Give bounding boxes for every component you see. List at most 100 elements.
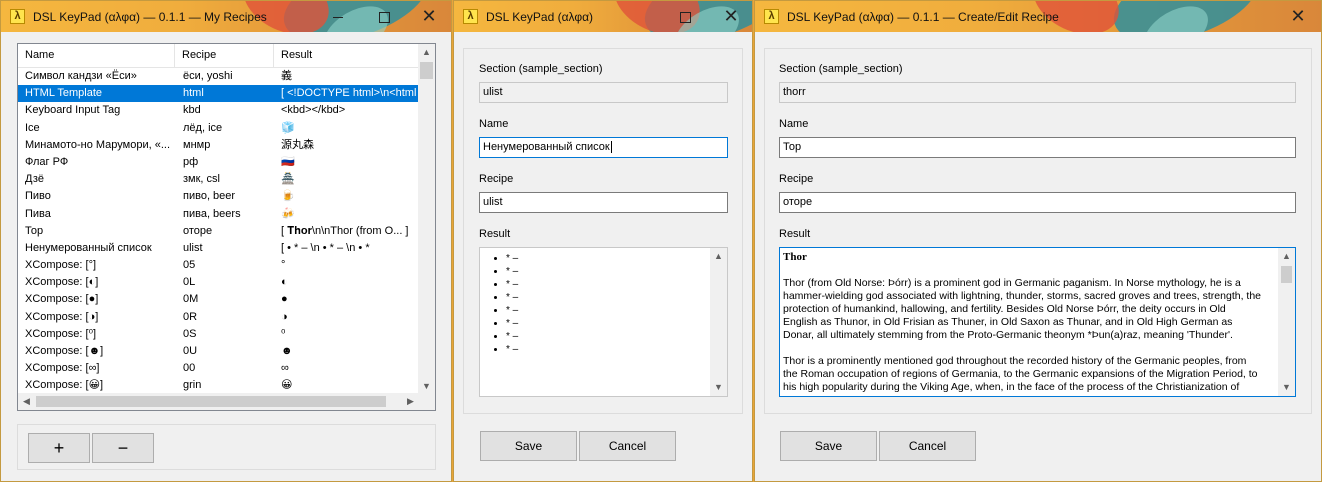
row-recipe: 0U [183, 345, 198, 357]
table-row[interactable]: Минамото-но Марумори, «... мнмр 源丸森 [18, 137, 419, 154]
edit-recipe-window-list: λ DSL KeyPad (αλφα) ✕ Section (sample_se… [453, 0, 753, 482]
maximize-button[interactable] [662, 1, 708, 32]
cancel-button[interactable]: Cancel [579, 431, 676, 461]
recipe-label: Recipe [779, 173, 814, 185]
list-item: * – [506, 330, 518, 343]
minimize-button[interactable] [315, 1, 361, 32]
table-row[interactable]: XCompose: [😀] grin 😀 [18, 377, 419, 394]
result-label: Result [779, 228, 811, 240]
scroll-up-icon[interactable]: ▲ [418, 44, 435, 61]
table-row[interactable]: Keyboard Input Tag kbd <kbd></kbd> [18, 102, 419, 119]
row-name: Флаг РФ [25, 155, 69, 168]
row-name: Пиво [25, 190, 51, 203]
scroll-thumb-horizontal[interactable] [36, 396, 386, 407]
cancel-button[interactable]: Cancel [879, 431, 976, 461]
name-input-value: Ненумерованный список [483, 141, 610, 153]
table-row[interactable]: XCompose: [◑] 0R ◑ [18, 309, 419, 326]
column-header-recipe[interactable]: Recipe [175, 44, 274, 67]
window-title: DSL KeyPad (αλφα) — 0.1.1 — Create/Edit … [787, 10, 1059, 24]
remove-recipe-button[interactable]: − [92, 433, 154, 463]
table-row[interactable]: XCompose: [◐] 0L ◐ [18, 274, 419, 291]
name-input[interactable]: Ненумерованный список [479, 137, 728, 158]
column-header-result[interactable]: Result [274, 44, 419, 67]
row-recipe: ёси, yoshi [183, 70, 233, 82]
row-result: ∞ [281, 362, 289, 375]
table-row[interactable]: Ненумерованный список ulist [ • * – \n • *… [18, 240, 419, 257]
row-name: Тор [25, 224, 44, 237]
name-label: Name [479, 118, 509, 130]
save-button[interactable]: Save [480, 431, 577, 461]
recipes-window: λ DSL KeyPad (αλφα) — 0.1.1 — My Recipes… [0, 0, 452, 482]
title-bar[interactable]: λ DSL KeyPad (αλφα) ✕ [454, 1, 752, 32]
row-name: Ненумерованный список [25, 241, 152, 254]
table-row[interactable]: Символ кандзи «Ёси» ёси, yoshi 義 [18, 68, 419, 85]
table-row[interactable]: Пива пива, beers 🍻 [18, 206, 419, 223]
row-recipe: 0L [183, 276, 196, 289]
column-header-name[interactable]: Name [18, 44, 175, 67]
result-heading: Thor [783, 251, 807, 263]
table-row[interactable]: HTML Template html [ <!DOCTYPE html>\n<htm… [18, 85, 419, 103]
row-name: Keyboard Input Tag [25, 104, 121, 117]
scroll-down-icon[interactable]: ▼ [1278, 379, 1295, 396]
list-item: * – [506, 252, 518, 265]
recipe-input[interactable]: оторе [779, 192, 1296, 213]
row-recipe: 0M [183, 293, 199, 306]
name-input[interactable]: Тор [779, 137, 1296, 158]
maximize-button[interactable] [361, 1, 407, 32]
table-row[interactable]: XCompose: [°] 05 ° [18, 257, 419, 274]
row-name: XCompose: [⁰] [25, 327, 97, 340]
table-row[interactable]: XCompose: [⁰] 0S ⁰ [18, 326, 419, 343]
window-title: DSL KeyPad (αλφα) [486, 10, 594, 24]
scroll-thumb[interactable] [420, 62, 433, 79]
scroll-up-icon[interactable]: ▲ [1278, 248, 1295, 265]
row-recipe: ulist [183, 241, 203, 254]
row-result: 義 [281, 70, 292, 82]
title-bar[interactable]: λ DSL KeyPad (αλφα) — 0.1.1 — Create/Edi… [755, 1, 1321, 32]
scroll-right-icon[interactable]: ▶ [402, 393, 419, 410]
row-recipe: 05 [183, 259, 196, 272]
save-button[interactable]: Save [780, 431, 877, 461]
row-recipe: пиво, beer [183, 190, 236, 203]
table-row[interactable]: Флаг РФ рф 🇷🇺 [18, 154, 419, 171]
scroll-up-icon[interactable]: ▲ [710, 248, 727, 265]
recipes-list[interactable]: Name Recipe Result Символ кандзи «Ёси» ёс… [17, 43, 436, 411]
close-icon: ✕ [1290, 6, 1306, 26]
row-name: Минамото-но Марумори, «... [25, 138, 170, 151]
row-recipe: рф [183, 155, 199, 168]
row-result: ⁰ [281, 327, 286, 340]
recipe-input[interactable]: ulist [479, 192, 728, 213]
close-button[interactable]: ✕ [406, 1, 451, 32]
result-textarea[interactable]: * –* –* –* –* –* –* –* – ▲ ▼ [479, 247, 728, 397]
table-row[interactable]: XCompose: [∞] 00 ∞ [18, 360, 419, 377]
section-field: thorr [779, 82, 1296, 103]
table-row[interactable]: Тор оторе [ 𝐓𝐡𝐨𝐫\n\nThor (from O... ] [18, 223, 419, 240]
list-item: * – [506, 317, 518, 330]
row-recipe: html [183, 87, 204, 100]
close-button[interactable]: ✕ [708, 1, 752, 32]
add-recipe-button[interactable]: + [28, 433, 90, 463]
row-result: <kbd></kbd> [281, 104, 346, 117]
result-textarea[interactable]: Thor Thor (from Old Norse: Þórr) is a pr… [779, 247, 1296, 397]
row-result: [ 𝐓𝐡𝐨𝐫\n\nThor (from O... ] [281, 224, 409, 237]
row-name: XCompose: [°] [25, 259, 97, 272]
close-button[interactable]: ✕ [1275, 1, 1321, 32]
table-row[interactable]: Ice лёд, ice 🧊 [18, 120, 419, 137]
result-scrollbar[interactable]: ▲ ▼ [1278, 248, 1295, 396]
row-result: [ <!DOCTYPE html>\n<html l... [281, 87, 417, 100]
row-name: XCompose: [∞] [25, 362, 100, 375]
scroll-down-icon[interactable]: ▼ [710, 379, 727, 396]
scroll-thumb[interactable] [1281, 266, 1292, 283]
result-scrollbar[interactable]: ▲ ▼ [710, 248, 727, 396]
horizontal-scrollbar[interactable]: ◀ ▶ [18, 393, 419, 410]
row-recipe: оторе [183, 224, 213, 237]
row-result: ● [281, 293, 288, 306]
table-row[interactable]: Пиво пиво, beer 🍺 [18, 188, 419, 205]
row-name: Символ кандзи «Ёси» [25, 70, 137, 82]
scroll-left-icon[interactable]: ◀ [18, 393, 35, 410]
table-row[interactable]: XCompose: [☻] 0U ☻ [18, 343, 419, 360]
app-icon: λ [764, 9, 779, 24]
title-bar[interactable]: λ DSL KeyPad (αλφα) — 0.1.1 — My Recipes… [1, 1, 451, 32]
table-row[interactable]: Дзё змк, csl 🏯 [18, 171, 419, 188]
vertical-scrollbar[interactable]: ▲ ▼ [418, 44, 435, 395]
table-row[interactable]: XCompose: [●] 0M ● [18, 291, 419, 308]
